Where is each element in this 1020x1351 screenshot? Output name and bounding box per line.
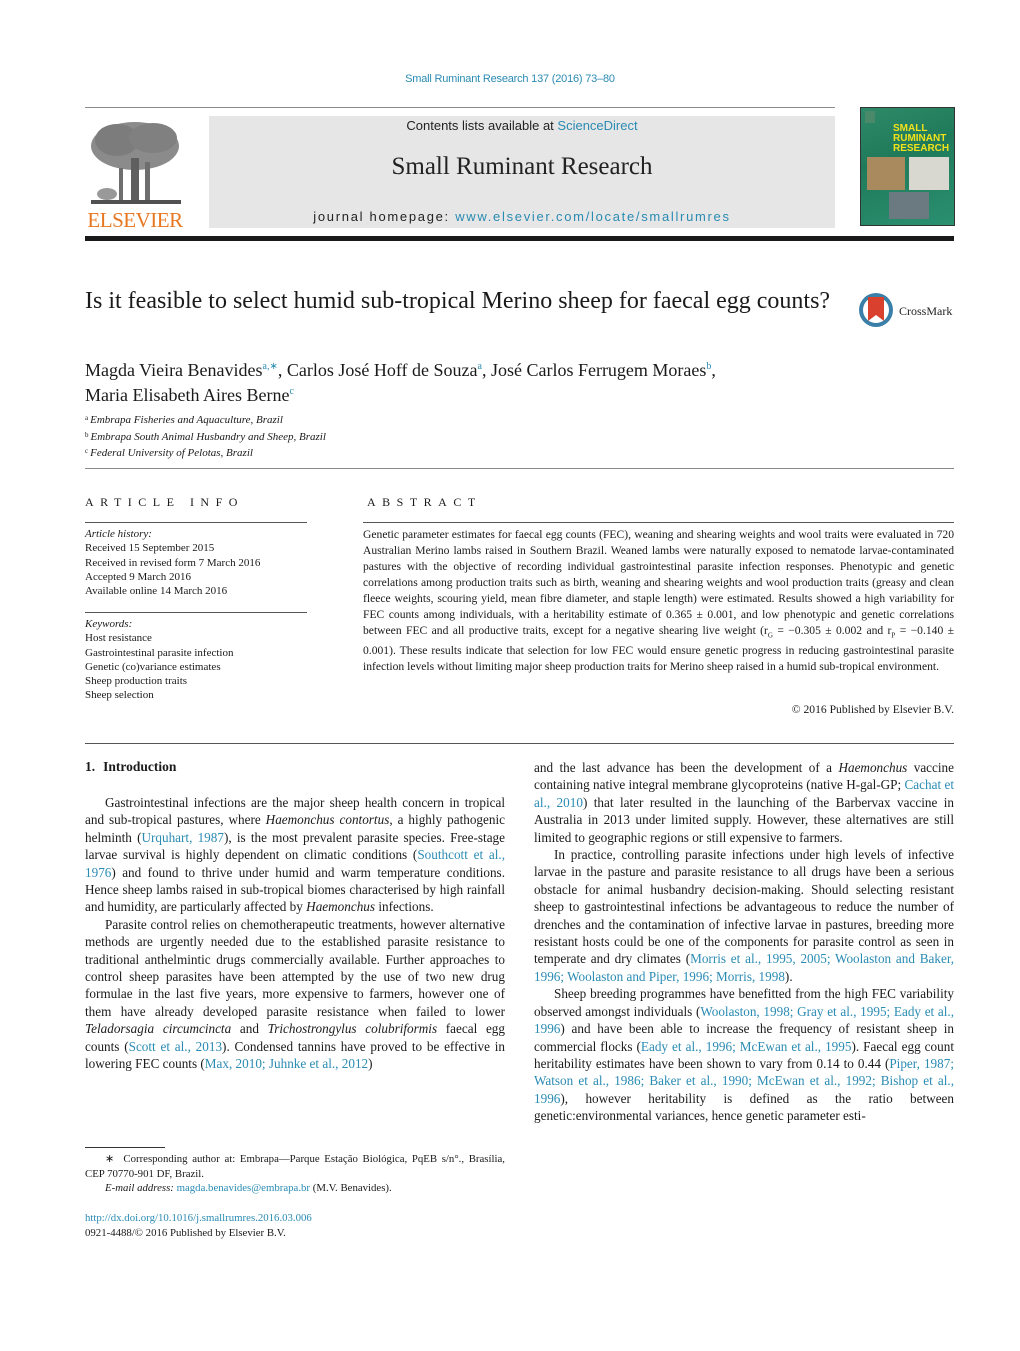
author-affiliation-marker[interactable]: c [289,386,293,397]
history-label: Article history: [85,528,152,540]
keyword-item: Sheep production traits [85,675,188,688]
header-thick-divider [85,236,954,241]
author[interactable]: Maria Elisabeth Aires Bernec [85,385,294,405]
article-info-heading: ARTICLE INFO [85,495,244,509]
article-history: Article history: Received 15 September 2… [85,527,260,598]
citation-link[interactable]: Max, 2010; Juhnke et al., 2012 [205,1056,368,1071]
article-title: Is it feasible to select humid sub-tropi… [85,288,831,314]
keywords: Keywords: Host resistance Gastrointestin… [85,617,233,703]
header-divider [85,107,835,108]
species-name: Teladorsagia circumcincta [85,1021,232,1037]
keyword-item: Gastrointestinal parasite infection [85,646,234,659]
affiliation-item: b Embrapa South Animal Husbandry and Shee… [85,430,326,443]
paragraph: Sheep breeding programmes have benefitte… [534,986,955,1124]
email-label: E-mail address: [105,1182,177,1194]
section-heading-introduction: 1. Introduction [85,759,177,774]
keyword-item: Genetic (co)variance estimates [85,660,221,673]
cover-photo-llama [889,192,929,219]
affiliation-item: c Federal University of Pelotas, Brazil [85,447,253,459]
elsevier-tree-icon [91,122,181,204]
species-name: Haemonchus contortus [265,812,390,828]
elsevier-logo[interactable]: ELSEVIER [85,114,185,232]
elsevier-wordmark: ELSEVIER [87,208,183,232]
body-column-right: and the last advance has been the develo… [534,759,954,1125]
citation-link[interactable]: Woolaston, 1998; Gray et al., 1995; Eady… [534,1004,954,1036]
title-divider [85,468,954,469]
doi-link[interactable]: http://dx.doi.org/10.1016/j.smallrumres.… [85,1211,312,1226]
cover-photo-sheep [909,157,949,190]
citation-link[interactable]: Scott et al., 2013 [129,1039,222,1054]
contents-prefix: Contents lists available at [406,118,558,133]
citation-link[interactable]: Cachat et al., 2010 [534,777,954,809]
affiliation-list: a Embrapa Fisheries and Aquaculture, Braz… [85,411,326,461]
abstract-heading: ABSTRACT [367,495,482,509]
history-item: Accepted 9 March 2016 [85,570,191,583]
abstract-text: Genetic parameter estimates for faecal e… [363,528,954,674]
journal-title: Small Ruminant Research [391,153,653,180]
paragraph: Gastrointestinal infections are the majo… [85,795,505,915]
footnote-divider [85,1147,165,1148]
citation-link[interactable]: Morris et al., 1995, 2005; Woolaston and… [534,951,954,983]
issn-line: 0921-4488/© 2016 Published by Elsevier B… [85,1226,286,1239]
journal-citation[interactable]: Small Ruminant Research 137 (2016) 73–80 [0,73,1020,85]
abstract-copyright: © 2016 Published by Elsevier B.V. [791,703,954,716]
history-item: Received in revised form 7 March 2016 [85,556,261,569]
crossmark-icon [859,293,893,327]
citation-link[interactable]: Southcott et al., 1976 [85,847,505,879]
author-affiliation-marker[interactable]: a,∗ [263,361,278,372]
species-name: Haemonchus [306,899,376,915]
doi-block: http://dx.doi.org/10.1016/j.smallrumres.… [85,1211,312,1240]
author[interactable]: Carlos José Hoff de Souzaa [287,360,482,380]
keywords-label: Keywords: [85,618,133,630]
journal-cover-image[interactable]: SMALL RUMINANT RESEARCH [860,107,955,226]
homepage-label: journal homepage: [313,209,456,224]
keywords-divider [85,612,307,613]
citation-link[interactable]: Urquhart, 1987 [141,830,223,845]
crossmark-label: CrossMark [899,304,953,318]
paragraph: In practice, controlling parasite infect… [534,847,955,984]
cover-photo-goat [867,157,905,190]
article-info-divider [85,522,307,523]
citation-link[interactable]: Eady et al., 1996; McEwan et al., 1995 [641,1039,852,1054]
homepage-link[interactable]: www.elsevier.com/locate/smallrumres [455,209,731,224]
citation-link[interactable]: Piper, 1987; Watson et al., 1986; Baker … [534,1056,954,1106]
paragraph: Parasite control relies on chemotherapeu… [85,916,505,1072]
history-item: Available online 14 March 2016 [85,585,228,598]
cover-title: SMALL RUMINANT RESEARCH [893,123,950,154]
author[interactable]: Magda Vieira Benavidesa,∗ [85,360,278,380]
cover-elsevier-mark [865,111,875,123]
journal-homepage: journal homepage: www.elsevier.com/locat… [209,209,835,224]
history-item: Received 15 September 2015 [85,542,215,555]
crossmark-button[interactable]: CrossMark [858,291,958,331]
author[interactable]: José Carlos Ferrugem Moraesb [491,360,711,380]
paragraph-continued: and the last advance has been the develo… [534,760,955,845]
abstract-divider [363,522,954,523]
corresponding-author-footnote: ∗ Corresponding author at: Embrapa—Parqu… [85,1153,505,1194]
footnote-marker: ∗ [105,1153,115,1165]
contents-line: Contents lists available at ScienceDirec… [209,118,835,133]
email-link[interactable]: magda.benavides@embrapa.br [177,1182,310,1194]
keyword-item: Sheep selection [85,689,154,702]
species-name: Haemonchus [838,760,908,775]
keyword-item: Host resistance [85,632,152,645]
author-list: Magda Vieira Benavidesa,∗, Carlos José H… [85,360,716,405]
body-column-left: Gastrointestinal infections are the majo… [85,794,505,1073]
sciencedirect-link[interactable]: ScienceDirect [557,118,637,133]
affiliation-item: a Embrapa Fisheries and Aquaculture, Braz… [85,414,283,426]
body-divider [85,743,954,744]
species-name: Trichostrongylus colubriformis [267,1021,438,1037]
